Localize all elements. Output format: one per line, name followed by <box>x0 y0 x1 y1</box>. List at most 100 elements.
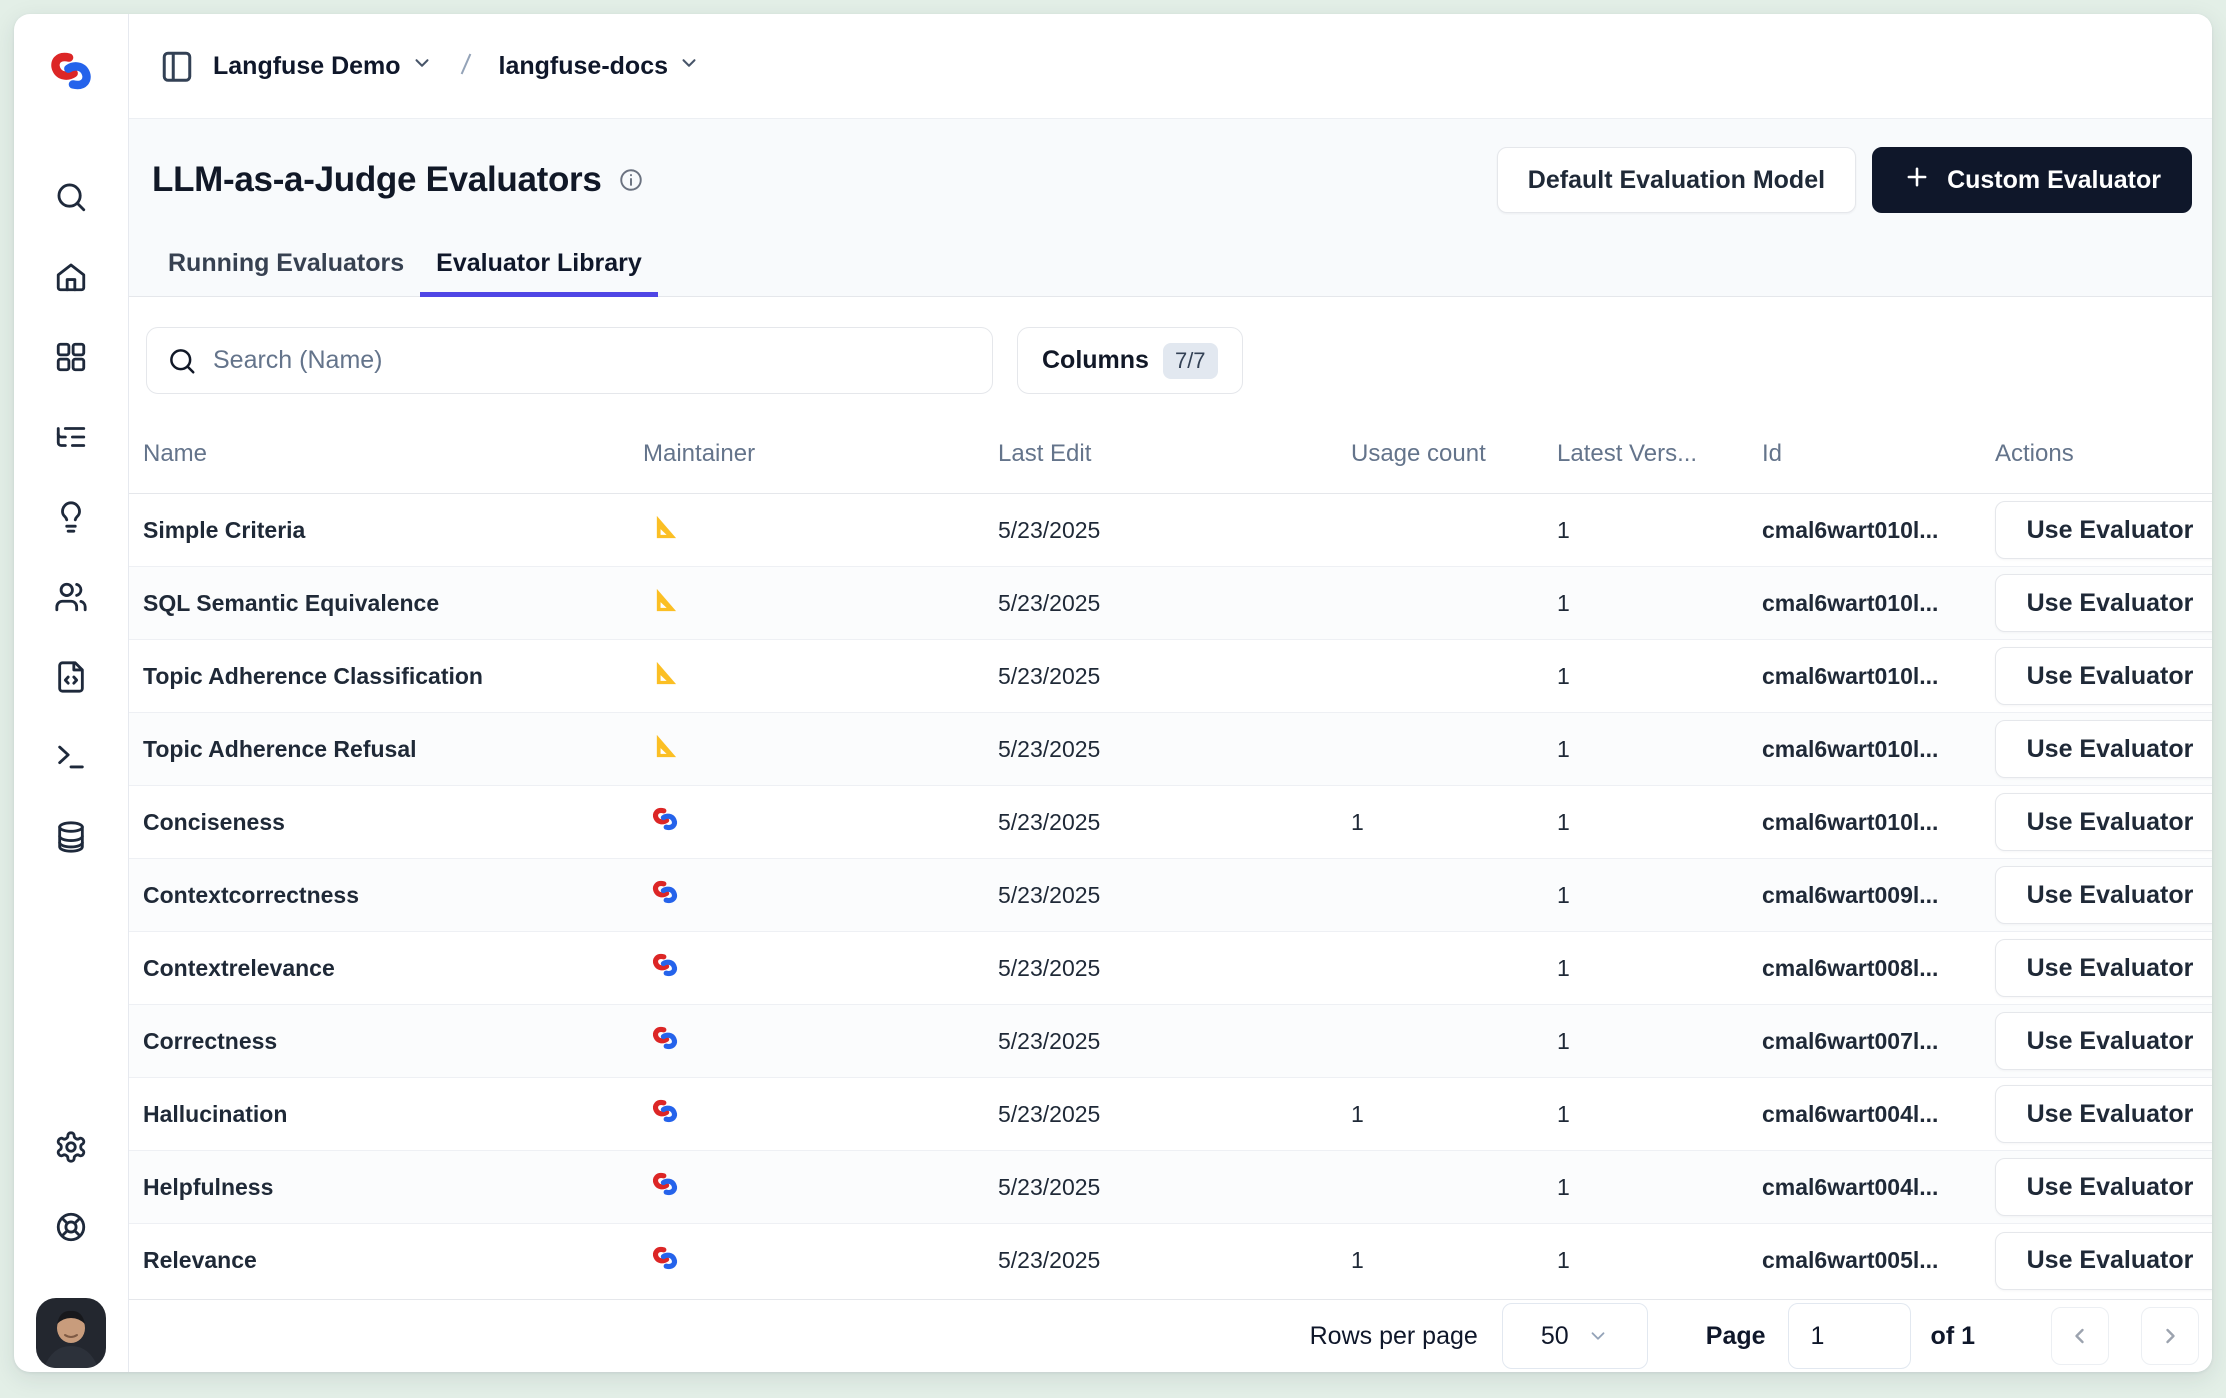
dashboard-grid-icon[interactable] <box>54 340 88 374</box>
sidebar-toggle-icon[interactable] <box>159 48 195 84</box>
cell-latest-version: 1 <box>1557 955 1762 982</box>
use-evaluator-button[interactable]: Use Evaluator <box>1995 1158 2212 1216</box>
column-header-maintainer[interactable]: Maintainer <box>643 440 998 468</box>
cell-maintainer <box>643 586 998 620</box>
cell-usage-count: 1 <box>1351 1101 1557 1128</box>
use-evaluator-button[interactable]: Use Evaluator <box>1995 1012 2212 1070</box>
column-header-usage-count[interactable]: Usage count <box>1351 440 1557 468</box>
cell-id: cmal6wart010l... <box>1762 517 1995 544</box>
ragas-icon <box>651 586 679 614</box>
use-evaluator-button[interactable]: Use Evaluator <box>1995 793 2212 851</box>
tab-running-evaluators[interactable]: Running Evaluators <box>152 239 420 296</box>
cell-id: cmal6wart005l... <box>1762 1247 1995 1274</box>
langfuse-logo-icon <box>48 48 94 94</box>
table-row[interactable]: Relevance 5/23/2025 1 1 cmal6wart005l...… <box>129 1224 2212 1297</box>
table-row[interactable]: Hallucination 5/23/2025 1 1 cmal6wart004… <box>129 1078 2212 1151</box>
cell-name: Hallucination <box>143 1101 643 1128</box>
table-row[interactable]: Simple Criteria 5/23/2025 1 cmal6wart010… <box>129 494 2212 567</box>
cell-actions: Use Evaluator <box>1995 1085 2212 1143</box>
table-row[interactable]: SQL Semantic Equivalence 5/23/2025 1 cma… <box>129 567 2212 640</box>
default-evaluation-model-button[interactable]: Default Evaluation Model <box>1497 147 1856 213</box>
trace-tree-icon[interactable] <box>54 420 88 454</box>
org-switcher[interactable]: Langfuse Demo <box>213 52 433 81</box>
cell-actions: Use Evaluator <box>1995 1012 2212 1070</box>
next-page-button[interactable] <box>2141 1307 2199 1365</box>
table-row[interactable]: Helpfulness 5/23/2025 1 cmal6wart004l...… <box>129 1151 2212 1224</box>
use-evaluator-button[interactable]: Use Evaluator <box>1995 866 2212 924</box>
cell-last-edit: 5/23/2025 <box>998 517 1351 544</box>
table-row[interactable]: Contextrelevance 5/23/2025 1 cmal6wart00… <box>129 932 2212 1005</box>
cell-id: cmal6wart009l... <box>1762 882 1995 909</box>
rows-per-page-select[interactable]: 50 <box>1502 1303 1648 1369</box>
terminal-icon[interactable] <box>54 740 88 774</box>
table-header: Name Maintainer Last Edit Usage count La… <box>129 414 2212 494</box>
table-row[interactable]: Contextcorrectness 5/23/2025 1 cmal6wart… <box>129 859 2212 932</box>
use-evaluator-button[interactable]: Use Evaluator <box>1995 501 2212 559</box>
cell-maintainer <box>643 1170 998 1204</box>
cell-name: Conciseness <box>143 809 643 836</box>
ragas-icon <box>651 732 679 760</box>
page-header: LLM-as-a-Judge Evaluators Default Evalua… <box>129 119 2212 297</box>
previous-page-button[interactable] <box>2051 1307 2109 1365</box>
table-row[interactable]: Conciseness 5/23/2025 1 1 cmal6wart010l.… <box>129 786 2212 859</box>
use-evaluator-button[interactable]: Use Evaluator <box>1995 720 2212 778</box>
use-evaluator-button[interactable]: Use Evaluator <box>1995 939 2212 997</box>
table-row[interactable]: Topic Adherence Classification 5/23/2025… <box>129 640 2212 713</box>
table-row[interactable]: Correctness 5/23/2025 1 cmal6wart007l...… <box>129 1005 2212 1078</box>
cell-name: Helpfulness <box>143 1174 643 1201</box>
column-header-id[interactable]: Id <box>1762 440 1995 468</box>
topbar: Langfuse Demo langfuse-docs <box>129 14 2212 119</box>
chevron-right-icon <box>2158 1324 2182 1348</box>
custom-evaluator-button[interactable]: Custom Evaluator <box>1872 147 2192 213</box>
columns-button[interactable]: Columns 7/7 <box>1017 327 1243 394</box>
use-evaluator-button[interactable]: Use Evaluator <box>1995 574 2212 632</box>
project-switcher[interactable]: langfuse-docs <box>499 52 700 81</box>
pagination-footer: Rows per page 50 Page of 1 <box>129 1299 2212 1372</box>
cell-maintainer <box>643 1024 998 1058</box>
support-lifebuoy-icon[interactable] <box>54 1210 88 1244</box>
cell-name: Topic Adherence Refusal <box>143 736 643 763</box>
chevron-down-icon <box>678 52 700 81</box>
user-avatar[interactable] <box>36 1298 106 1368</box>
cell-latest-version: 1 <box>1557 517 1762 544</box>
cell-name: Simple Criteria <box>143 517 643 544</box>
cell-latest-version: 1 <box>1557 1247 1762 1274</box>
breadcrumb-separator <box>451 49 481 84</box>
lightbulb-icon[interactable] <box>54 500 88 534</box>
column-header-name[interactable]: Name <box>143 440 643 468</box>
cell-last-edit: 5/23/2025 <box>998 1101 1351 1128</box>
tab-evaluator-library[interactable]: Evaluator Library <box>420 239 658 296</box>
cell-maintainer <box>643 805 998 839</box>
search-box <box>146 327 993 394</box>
settings-gear-icon[interactable] <box>54 1130 88 1164</box>
home-icon[interactable] <box>54 260 88 294</box>
page-count-label: of 1 <box>1931 1322 1975 1351</box>
page-number-input[interactable] <box>1788 1303 1911 1369</box>
table-row[interactable]: Topic Adherence Refusal 5/23/2025 1 cmal… <box>129 713 2212 786</box>
rows-per-page-label: Rows per page <box>1310 1322 1478 1351</box>
page-label: Page <box>1706 1322 1766 1351</box>
rows-per-page-value: 50 <box>1541 1322 1569 1351</box>
cell-last-edit: 5/23/2025 <box>998 1247 1351 1274</box>
use-evaluator-button[interactable]: Use Evaluator <box>1995 647 2212 705</box>
use-evaluator-button[interactable]: Use Evaluator <box>1995 1085 2212 1143</box>
chevron-down-icon <box>411 52 433 81</box>
prompt-file-icon[interactable] <box>54 660 88 694</box>
use-evaluator-button[interactable]: Use Evaluator <box>1995 1232 2212 1290</box>
columns-label: Columns <box>1042 346 1149 375</box>
column-header-latest-version[interactable]: Latest Vers... <box>1557 440 1762 468</box>
cell-actions: Use Evaluator <box>1995 1158 2212 1216</box>
cell-actions: Use Evaluator <box>1995 501 2212 559</box>
langfuse-maintainer-icon <box>651 1170 679 1198</box>
info-icon[interactable] <box>618 167 644 193</box>
users-icon[interactable] <box>54 580 88 614</box>
langfuse-maintainer-icon <box>651 1097 679 1125</box>
datasets-database-icon[interactable] <box>54 820 88 854</box>
search-input[interactable] <box>213 346 972 375</box>
cell-name: Contextrelevance <box>143 955 643 982</box>
cell-last-edit: 5/23/2025 <box>998 663 1351 690</box>
column-header-last-edit[interactable]: Last Edit <box>998 440 1351 468</box>
cell-name: Relevance <box>143 1247 643 1274</box>
search-icon[interactable] <box>54 180 88 214</box>
cell-id: cmal6wart010l... <box>1762 590 1995 617</box>
